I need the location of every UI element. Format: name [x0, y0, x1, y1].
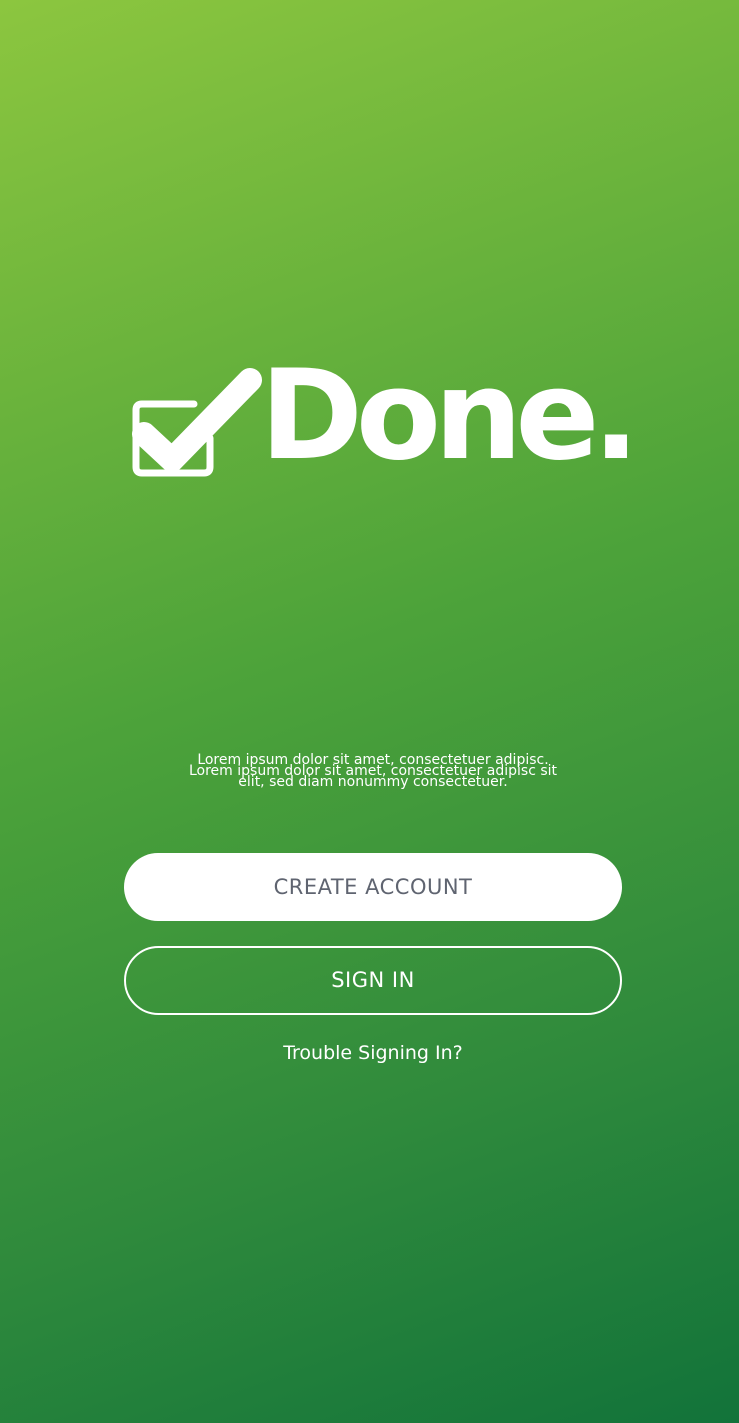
- tagline-line-3: elit, sed diam nonummy consectetuer.: [238, 774, 508, 790]
- create-account-button[interactable]: CREATE ACCOUNT: [124, 853, 622, 921]
- welcome-screen: Done. Lorem ipsum dolor sit amet, consec…: [0, 0, 739, 1423]
- app-logo: Done.: [132, 354, 640, 478]
- checkbox-check-icon: [132, 368, 262, 477]
- trouble-signing-in-link[interactable]: Trouble Signing In?: [124, 1040, 622, 1066]
- brand-name: Done.: [260, 344, 640, 488]
- sign-in-button[interactable]: SIGN IN: [124, 946, 622, 1015]
